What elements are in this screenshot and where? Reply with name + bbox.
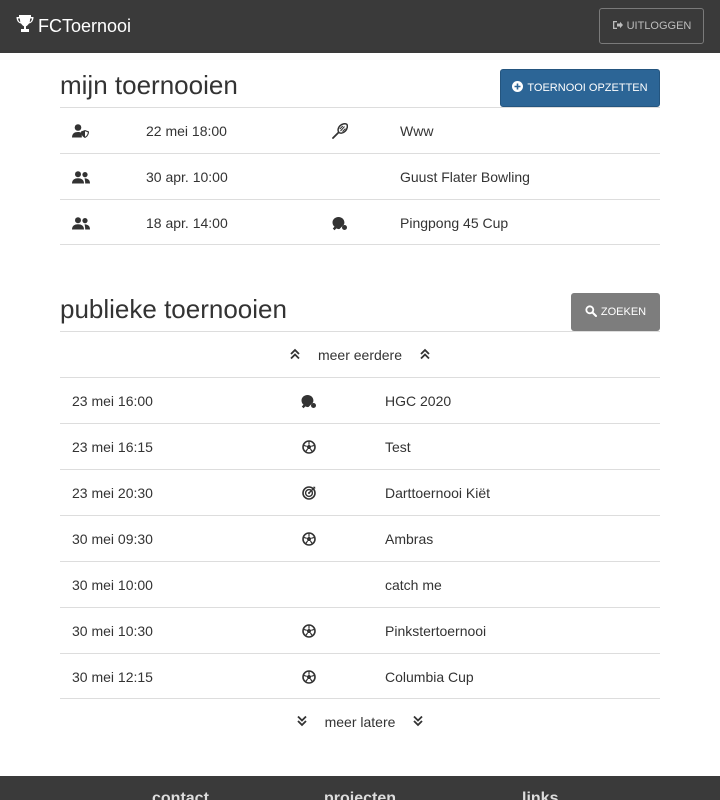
public-tournament-row[interactable]: 30 mei 12:15 Columbia Cup [60, 653, 660, 699]
my-tournament-row[interactable]: 18 apr. 14:00 Pingpong 45 Cup [60, 199, 660, 245]
my-tournaments-title: mijn toernooien [60, 70, 238, 100]
public-tournament-row[interactable]: 23 mei 20:30 Darttoernooi Kiët [60, 469, 660, 515]
tournament-name: catch me [385, 577, 442, 593]
tournament-name: Darttoernooi Kiët [385, 485, 491, 501]
tournament-name: HGC 2020 [385, 393, 452, 409]
tournament-date: 30 apr. 10:00 [146, 169, 228, 185]
tournament-date: 22 mei 18:00 [146, 123, 227, 139]
public-tournament-row[interactable]: 30 mei 10:30 Pinkstertoernooi [60, 607, 660, 653]
search-label: ZOEKEN [600, 306, 647, 318]
create-tournament-button[interactable]: TOERNOOI OPZETTEN [500, 69, 660, 107]
search-button[interactable]: ZOEKEN [571, 293, 660, 331]
footer: contact projecten links [0, 776, 720, 800]
public-tournament-row[interactable]: 23 mei 16:15 Test [60, 423, 660, 469]
brand-title: FCToernooi [38, 15, 132, 36]
tournament-date: 18 apr. 14:00 [146, 215, 228, 231]
search-icon [585, 304, 601, 320]
football-icon [302, 516, 316, 562]
tournament-date: 30 mei 10:00 [72, 577, 153, 593]
tournament-name: Test [385, 439, 411, 455]
my-tournament-row[interactable]: 22 mei 18:00 Www [60, 107, 660, 153]
footer-heading-contact: contact [152, 790, 209, 800]
footer-heading-links: links [522, 790, 559, 800]
public-tournament-row[interactable]: 30 mei 10:00 catch me [60, 561, 660, 607]
public-tournament-row[interactable]: 23 mei 16:00 HGC 2020 [60, 377, 660, 423]
badminton-icon [332, 108, 348, 154]
football-icon [302, 654, 316, 700]
load-earlier-label: meer eerdere [317, 346, 403, 363]
brand-link[interactable]: FCToernooi [16, 14, 131, 38]
logout-label: UITLOGGEN [626, 20, 692, 32]
tournament-date: 30 mei 12:15 [72, 669, 153, 685]
table-tennis-icon [301, 378, 317, 424]
tournament-name: Pinkstertoernooi [385, 623, 487, 639]
public-tournaments-section: publieke toernooien ZOEKEN meer eerdere … [60, 277, 660, 747]
tournament-name: Columbia Cup [385, 669, 474, 685]
football-icon [302, 424, 316, 470]
tournament-date: 30 mei 10:30 [72, 623, 153, 639]
sign-out-icon [612, 20, 627, 33]
users-icon [72, 154, 90, 200]
my-tournament-row[interactable]: 30 apr. 10:00 Guust Flater Bowling [60, 153, 660, 199]
table-tennis-icon [332, 200, 348, 246]
tournament-name: Www [400, 123, 434, 139]
darts-icon [302, 470, 316, 516]
navbar: FCToernooi UITLOGGEN [0, 0, 720, 53]
tournament-date: 23 mei 16:00 [72, 393, 153, 409]
tournament-name: Pingpong 45 Cup [400, 215, 509, 231]
double-chevron-up-icon [290, 347, 300, 363]
tournament-name: Guust Flater Bowling [400, 169, 530, 185]
tournament-date: 23 mei 16:15 [72, 439, 153, 455]
double-chevron-up-icon [420, 347, 430, 363]
football-icon [302, 608, 316, 654]
public-tournaments-title: publieke toernooien [60, 294, 287, 324]
my-tournaments-section: mijn toernooien TOERNOOI OPZETTEN 22 mei… [60, 53, 660, 253]
tournament-date: 30 mei 09:30 [72, 531, 153, 547]
double-chevron-down-icon [296, 714, 307, 730]
tournament-name: Ambras [385, 531, 434, 547]
create-tournament-label: TOERNOOI OPZETTEN [527, 82, 648, 94]
load-earlier-link[interactable]: meer eerdere [60, 331, 660, 377]
public-tournament-row[interactable]: 30 mei 09:30 Ambras [60, 515, 660, 561]
load-later-link[interactable]: meer latere [60, 699, 660, 745]
trophy-icon [16, 14, 38, 39]
tournament-date: 23 mei 20:30 [72, 485, 153, 501]
load-later-label: meer latere [324, 714, 396, 730]
plus-circle-icon [512, 81, 527, 95]
users-icon [72, 200, 90, 246]
footer-heading-projects: projecten [324, 790, 397, 800]
double-chevron-down-icon [413, 714, 424, 730]
logout-button[interactable]: UITLOGGEN [599, 8, 704, 44]
user-shield-icon [72, 108, 90, 154]
